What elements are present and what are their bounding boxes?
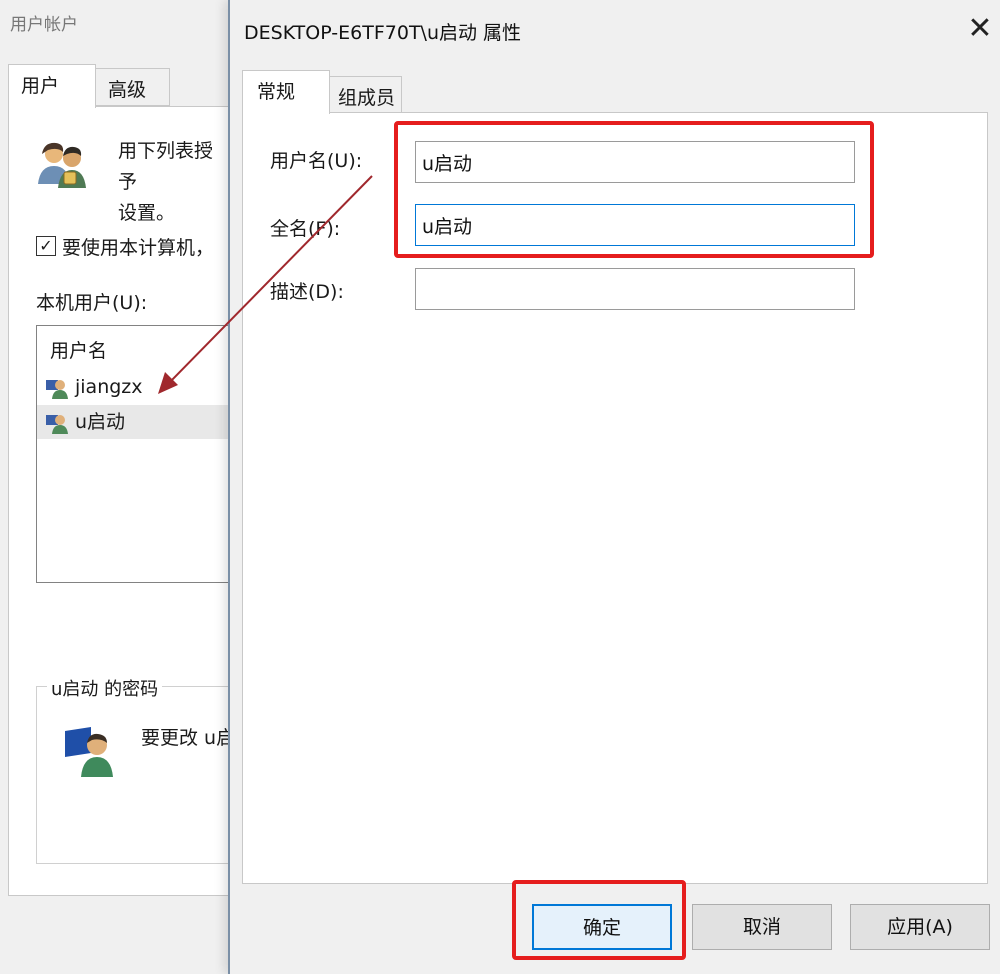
tab-users[interactable]: 用户 [8, 64, 96, 108]
password-group: u启动 的密码 要更改 u启 [36, 675, 236, 864]
fullname-label: 全名(F): [270, 218, 341, 240]
window-title: 用户帐户 [10, 15, 78, 35]
change-password-text: 要更改 u启 [141, 727, 236, 749]
local-users-label: 本机用户(U): [36, 292, 148, 314]
list-item-selected[interactable]: u启动 [37, 405, 237, 439]
user-icon [46, 380, 68, 399]
require-login-label: 要使用本计算机， [62, 237, 215, 259]
user-accounts-window: 用户帐户 高级 用户 用下列表授予 设置。 ✓ 要使用本计算机， 本机用户(U)… [0, 0, 240, 974]
user-name: u启动 [75, 411, 126, 433]
description-text: 用下列表授予 设置。 [118, 140, 214, 224]
local-users-list[interactable]: 用户名 jiangzx u启动 [36, 325, 237, 583]
username-field[interactable] [415, 141, 855, 183]
description-field[interactable] [415, 268, 855, 310]
close-icon[interactable]: ✕ [962, 12, 998, 48]
user-password-icon [65, 727, 113, 777]
fullname-field[interactable] [415, 204, 855, 246]
require-login-checkbox[interactable]: ✓ [36, 236, 56, 256]
tab-general[interactable]: 常规 [242, 70, 330, 114]
ok-button[interactable]: 确定 [532, 904, 672, 950]
dialog-title: DESKTOP-E6TF70T\u启动 属性 [244, 22, 522, 44]
cancel-button[interactable]: 取消 [692, 904, 832, 950]
apply-button[interactable]: 应用(A) [850, 904, 990, 950]
user-properties-dialog: DESKTOP-E6TF70T\u启动 属性 ✕ 组成员 常规 用户名(U): … [228, 0, 1000, 974]
tab-member-of[interactable]: 组成员 [329, 76, 402, 114]
description-label: 描述(D): [270, 281, 344, 303]
list-item[interactable]: jiangzx [37, 370, 237, 404]
tab-advanced[interactable]: 高级 [95, 68, 170, 106]
username-label: 用户名(U): [270, 150, 363, 172]
password-group-title: u启动 的密码 [47, 675, 163, 701]
column-header-username[interactable]: 用户名 [50, 336, 107, 363]
user-name: jiangzx [75, 376, 143, 398]
user-icon [46, 415, 68, 434]
users-group-icon [38, 142, 86, 188]
